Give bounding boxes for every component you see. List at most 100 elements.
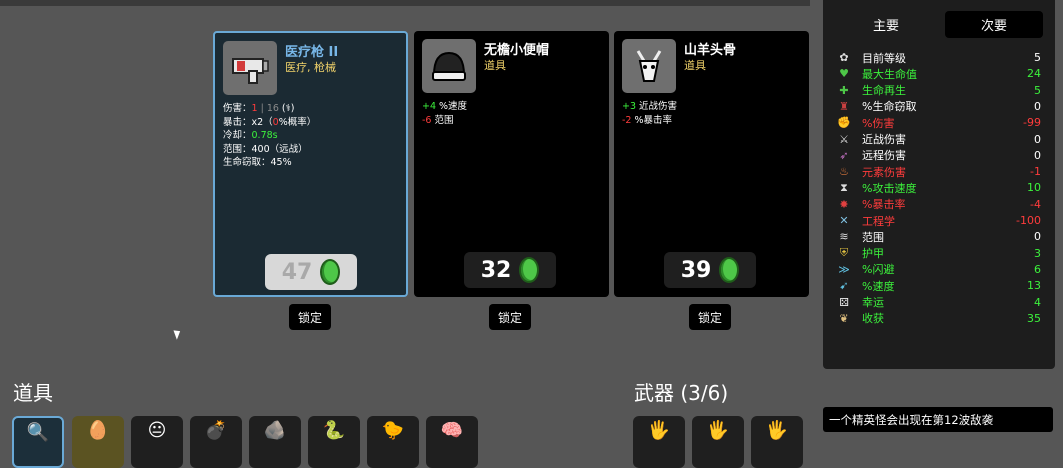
stat-value: 3 — [1034, 246, 1041, 260]
stat-row[interactable]: ✊ %伤害 -99 — [837, 115, 1041, 130]
stat-label: 近战伤害 — [862, 133, 906, 146]
stat-row[interactable]: ❦ 收获 35 — [837, 311, 1041, 326]
attack-speed-icon: ⧗ — [840, 180, 848, 194]
stat-row[interactable]: ✸ %暴击率 -4 — [837, 197, 1041, 212]
stat-text: %概率） — [278, 116, 317, 128]
item-type: 医疗, 枪械 — [285, 61, 336, 74]
inventory-slot-brain[interactable]: 🧠 — [426, 416, 478, 468]
stat-row[interactable]: ♥ 最大生命值 24 — [837, 66, 1041, 81]
lock-button[interactable]: 锁定 — [689, 304, 732, 330]
stat-label: %速度 — [862, 279, 895, 293]
price-button[interactable]: 32 — [464, 252, 556, 288]
weapon-icon: 🖐 — [647, 420, 671, 441]
stat-value: -1 — [1030, 165, 1041, 179]
melee-icon: ⚔ — [839, 132, 849, 146]
stat-text: 伤害： — [223, 103, 252, 114]
stat-label: %生命窃取 — [862, 100, 917, 114]
lock-button[interactable]: 锁定 — [489, 304, 532, 330]
stat-row[interactable]: ✕ 工程学 -100 — [837, 213, 1041, 228]
stat-row[interactable]: ➶ 远程伤害 0 — [837, 148, 1041, 163]
price-button[interactable]: 47 — [265, 254, 357, 290]
stat-value: 0 — [1034, 230, 1041, 244]
top-bar — [0, 0, 810, 6]
tab-secondary[interactable]: 次要 — [945, 11, 1043, 38]
stat-label: 护甲 — [862, 247, 884, 261]
stat-line: +3 近战伤害 — [622, 100, 677, 114]
material-coin-icon — [320, 259, 341, 285]
speed-icon: ➹ — [839, 279, 849, 293]
mouse-cursor-icon — [173, 328, 183, 340]
stat-label: 生命再生 — [862, 84, 906, 98]
inventory-slot-magnifier[interactable]: 🔍 — [12, 416, 64, 468]
stat-row[interactable]: ⚄ 幸运 4 — [837, 295, 1041, 310]
inventory-slot-egg[interactable]: 🥚 — [72, 416, 124, 468]
stat-label: 收获 — [862, 312, 884, 326]
tab-primary[interactable]: 主要 — [837, 11, 935, 38]
stat-value: 0 — [1034, 148, 1041, 162]
stat-text: 范围：400（远战） — [223, 143, 308, 155]
inventory-slot-bomb[interactable]: 💣 — [190, 416, 242, 468]
weapon-slot-1[interactable]: 🖐 — [633, 416, 685, 468]
stat-row[interactable]: ♨ 元素伤害 -1 — [837, 164, 1041, 179]
shop-item-medical-gun[interactable]: 医疗枪 II 医疗, 枪械 伤害：1 | 16 (⚕) 暴击：x2（0%概率） 冷却… — [213, 31, 408, 297]
inventory-slot-duck[interactable]: 🐤 — [367, 416, 419, 468]
item-name: 医疗枪 II — [285, 45, 339, 60]
stat-row[interactable]: ⛨ 护甲 3 — [837, 246, 1041, 261]
regen-icon: ✚ — [839, 83, 849, 97]
stat-value: 4 — [1034, 295, 1041, 309]
stat-value: -99 — [1023, 116, 1041, 130]
brain-icon: 🧠 — [440, 420, 464, 441]
stat-row[interactable]: ♜ %生命窃取 0 — [837, 99, 1041, 114]
stat-text: +3 — [622, 101, 637, 112]
stat-line: -6 范围 — [422, 114, 467, 128]
price-value: 32 — [480, 257, 512, 283]
stat-row[interactable]: ✿ 目前等级 5 — [837, 50, 1041, 65]
bomb-icon: 💣 — [204, 420, 228, 441]
price-button[interactable]: 39 — [664, 252, 756, 288]
lock-button[interactable]: 锁定 — [289, 304, 332, 330]
stat-value: -100 — [1016, 214, 1041, 227]
item-stats: +4 %速度 -6 范围 — [422, 100, 467, 127]
range-icon: ≋ — [839, 230, 849, 244]
item-name: 无檐小便帽 — [484, 43, 550, 58]
goat-skull-icon — [622, 39, 676, 93]
inventory-slot-face[interactable]: 😐 — [131, 416, 183, 468]
stat-text: 0.78s — [251, 130, 278, 141]
stat-row[interactable]: ✚ 生命再生 5 — [837, 83, 1041, 98]
inventory-slot-rock[interactable]: 🪨 — [249, 416, 301, 468]
stat-line: +4 %速度 — [422, 100, 467, 114]
elemental-icon: ♨ — [839, 165, 849, 179]
stats-tabs: 主要 次要 — [837, 11, 1043, 38]
stat-line: 生命窃取：45% — [223, 156, 316, 170]
stat-value: 5 — [1034, 83, 1041, 97]
shop-item-beanie[interactable]: 无檐小便帽 道具 +4 %速度 -6 范围 32 — [414, 31, 609, 297]
price-value: 47 — [281, 259, 313, 285]
duck-icon: 🐤 — [381, 420, 405, 441]
weapon-slot-3[interactable]: 🖐 — [751, 416, 803, 468]
weapons-section-title: 武器 (3/6) — [634, 381, 729, 405]
stat-label: 最大生命值 — [862, 67, 917, 81]
lifesteal-icon: ♜ — [839, 99, 849, 113]
item-type: 道具 — [484, 59, 506, 72]
armor-icon: ⛨ — [839, 246, 849, 260]
item-type: 道具 — [684, 59, 706, 72]
stat-line: 暴击：x2（0%概率） — [223, 116, 316, 130]
stat-text: %暴击率 — [631, 114, 673, 126]
stat-value: 24 — [1027, 67, 1041, 81]
stat-row[interactable]: ≋ 范围 0 — [837, 229, 1041, 244]
stat-value: 0 — [1034, 132, 1041, 146]
stat-text: ) — [290, 103, 295, 114]
shop-item-goat-skull[interactable]: 山羊头骨 道具 +3 近战伤害 -2 %暴击率 39 — [614, 31, 809, 297]
inventory-slot-snake[interactable]: 🐍 — [308, 416, 360, 468]
stat-label: %伤害 — [862, 116, 895, 130]
stat-row[interactable]: ⧗ %攻击速度 10 — [837, 180, 1041, 195]
stat-row[interactable]: ➹ %速度 13 — [837, 278, 1041, 293]
stat-row[interactable]: ≫ %闪避 6 — [837, 262, 1041, 277]
stat-label: 幸运 — [862, 296, 884, 309]
beanie-icon — [422, 39, 476, 93]
stat-row[interactable]: ⚔ 近战伤害 0 — [837, 132, 1041, 147]
weapon-slot-2[interactable]: 🖐 — [692, 416, 744, 468]
stat-value: 6 — [1034, 262, 1041, 276]
weapon-icon: 🖐 — [706, 420, 730, 441]
item-stats: +3 近战伤害 -2 %暴击率 — [622, 100, 677, 127]
